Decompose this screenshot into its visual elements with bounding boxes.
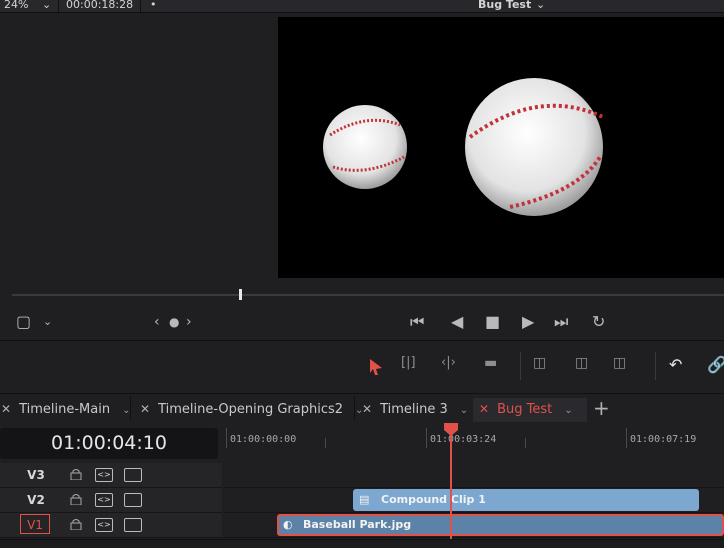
tab-timeline-3[interactable]: ✕ Timeline 3 ⌄ (362, 398, 468, 422)
tab-bug-test[interactable]: ✕ Bug Test ⌄ (473, 398, 587, 422)
baseball-small (323, 105, 407, 189)
timeline-current-timecode[interactable]: 01:00:04:10 (0, 428, 218, 459)
track-lane-v3[interactable] (224, 463, 724, 488)
scrubber-bar[interactable] (12, 294, 724, 296)
ruler-tick (626, 428, 627, 448)
replace-clip-icon[interactable]: ◫ (613, 355, 626, 371)
ruler-tick (525, 438, 526, 448)
track-label[interactable]: V2 (24, 488, 48, 512)
trim-edit-icon[interactable]: [|] (401, 355, 416, 370)
auto-select-icon[interactable]: <> (95, 468, 113, 482)
divider (140, 0, 141, 12)
playhead-handle-icon[interactable] (442, 421, 460, 437)
chevron-down-icon[interactable]: ⌄ (460, 405, 468, 416)
divider (655, 352, 656, 380)
timeline-playhead[interactable] (450, 430, 452, 547)
divider (58, 0, 59, 12)
tab-label: Timeline-Main (19, 402, 111, 417)
close-icon[interactable]: ✕ (362, 402, 372, 416)
clip-name: Compound Clip 1 (381, 493, 486, 506)
viewer-image (278, 17, 724, 278)
tab-timeline-main[interactable]: ✕ Timeline-Main ⌄ (0, 398, 130, 422)
tab-label: Bug Test (497, 402, 553, 417)
blade-edit-icon[interactable]: ▬ (484, 355, 497, 371)
lock-icon[interactable] (70, 493, 82, 505)
options-icon[interactable]: • (150, 0, 157, 12)
ruler-timecode: 01:00:07:19 (630, 434, 697, 445)
play-reverse-icon[interactable]: ◀ (451, 313, 463, 331)
jog-dot-icon[interactable]: ● (169, 313, 179, 331)
viewer-header-bar: 24% ⌄ 00:00:18:28 • Bug Test ⌄ (0, 0, 724, 13)
chevron-down-icon[interactable]: ⌄ (42, 0, 51, 12)
insert-clip-icon[interactable]: ◫ (533, 355, 546, 371)
ruler-timecode: 01:00:03:24 (430, 434, 497, 445)
auto-select-icon[interactable]: <> (95, 518, 113, 532)
track-header-v1: V1 <> (0, 513, 222, 538)
go-to-end-icon[interactable]: ⏭ (554, 313, 568, 331)
compound-clip-icon: ▤ (359, 493, 370, 506)
track-label-active[interactable]: V1 (20, 514, 50, 534)
ruler-tick (325, 438, 326, 448)
loop-icon[interactable]: ↻ (592, 313, 605, 331)
linked-selection-icon[interactable]: 🔗 (707, 355, 724, 374)
auto-select-icon[interactable]: <> (95, 493, 113, 507)
chevron-down-icon[interactable]: ⌄ (43, 313, 52, 331)
zoom-level[interactable]: 24% (4, 0, 28, 12)
divider (354, 396, 355, 420)
tab-label: Timeline 3 (380, 402, 448, 417)
play-icon[interactable]: ▶ (522, 313, 534, 331)
dynamic-trim-icon[interactable]: ‹|› (441, 355, 456, 370)
divider (520, 352, 521, 380)
tab-timeline-opening-graphics2[interactable]: ✕ Timeline-Opening Graphics2 ⌄ (140, 398, 363, 422)
snapping-icon[interactable]: ↶ (669, 355, 682, 374)
chevron-down-icon[interactable]: ⌄ (536, 0, 545, 12)
track-header-v3: V3 <> (0, 463, 222, 488)
track-header-v2: V2 <> (0, 488, 222, 513)
close-icon[interactable]: ✕ (479, 402, 489, 416)
clip-baseball-park[interactable]: ◐ Baseball Park.jpg (277, 514, 724, 536)
viewer-options-icon[interactable]: ▢ (16, 313, 31, 331)
tab-label: Timeline-Opening Graphics2 (158, 402, 344, 417)
track-visibility-icon[interactable] (124, 493, 142, 507)
scrubber-handle[interactable] (239, 289, 242, 300)
track-visibility-icon[interactable] (124, 468, 142, 482)
close-icon[interactable]: ✕ (1, 402, 11, 416)
ruler-tick (226, 428, 227, 448)
baseball-large (465, 78, 603, 216)
jog-right-icon[interactable]: › (186, 313, 192, 331)
viewer-timeline-name[interactable]: Bug Test (478, 0, 531, 12)
baseballs-image (323, 78, 604, 216)
clip-name: Baseball Park.jpg (303, 518, 412, 531)
selection-tool-icon[interactable] (368, 358, 384, 376)
close-icon[interactable]: ✕ (140, 402, 150, 416)
overwrite-clip-icon[interactable]: ◫ (575, 355, 588, 371)
divider (130, 396, 131, 420)
lock-icon[interactable] (70, 468, 82, 480)
chevron-down-icon[interactable]: ⌄ (564, 405, 572, 416)
add-timeline-tab-button[interactable]: + (593, 396, 610, 420)
ruler-tick (426, 428, 427, 448)
ruler-timecode: 01:00:00:00 (230, 434, 297, 445)
go-to-start-icon[interactable]: ⏮ (410, 313, 424, 331)
image-clip-icon: ◐ (283, 518, 293, 531)
jog-left-icon[interactable]: ‹ (154, 313, 160, 331)
track-visibility-icon[interactable] (124, 518, 142, 532)
stop-icon[interactable]: ■ (485, 313, 500, 331)
lock-icon[interactable] (70, 518, 82, 530)
source-timecode: 00:00:18:28 (66, 0, 134, 11)
track-label[interactable]: V3 (24, 463, 48, 487)
clip-compound[interactable]: ▤ Compound Clip 1 (353, 489, 699, 511)
